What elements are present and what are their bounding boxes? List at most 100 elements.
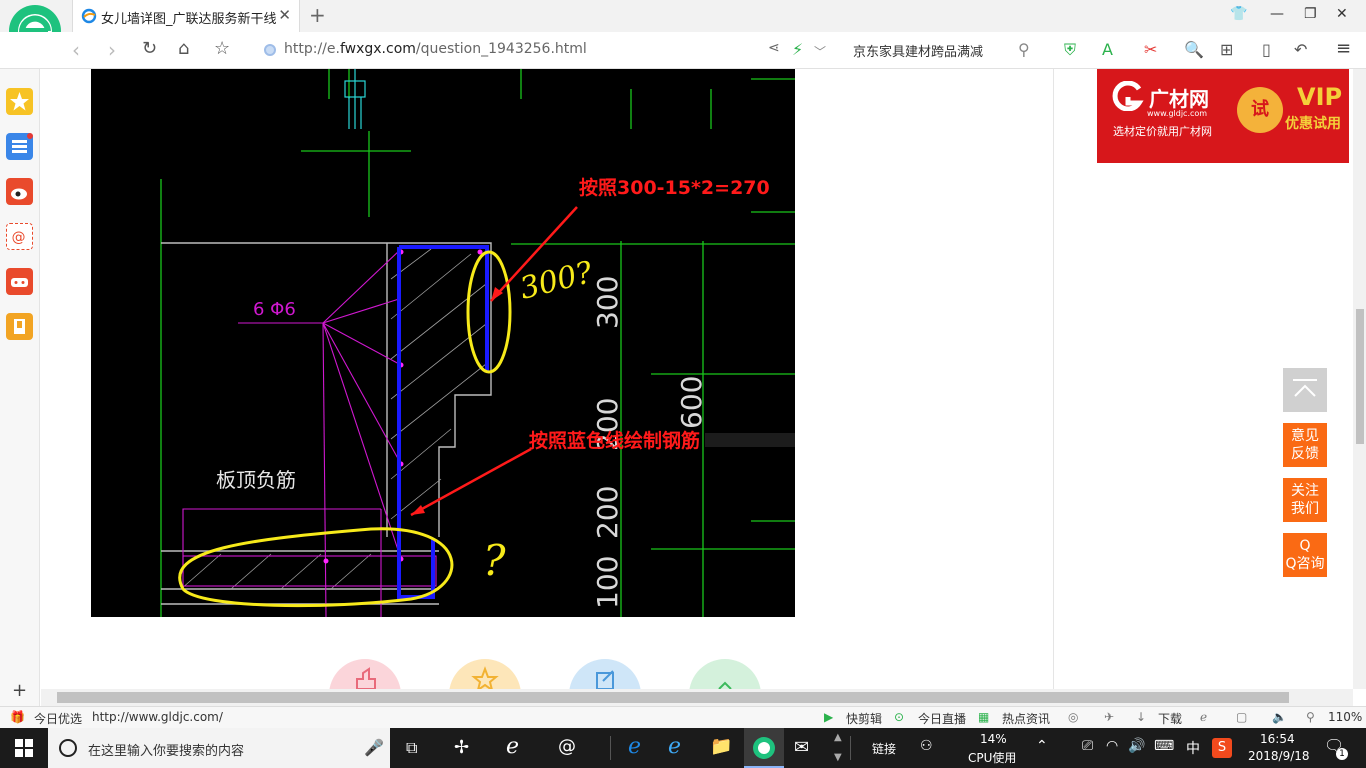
qq-consult-button[interactable]: Q Q咨询 <box>1283 533 1327 577</box>
shield-icon[interactable]: ⛨ <box>1064 40 1076 60</box>
caret-up-icon <box>718 681 732 689</box>
scroll-up-button[interactable] <box>689 659 761 689</box>
windows-start-icon[interactable] <box>12 736 36 760</box>
back-to-top-button[interactable] <box>1283 368 1327 412</box>
quick-clip-icon[interactable]: ▶ <box>824 710 833 724</box>
site-info-icon[interactable] <box>264 44 276 56</box>
taskbar-scroll-down-icon[interactable]: ▼ <box>834 752 842 763</box>
wifi-icon[interactable]: ◠ <box>1106 738 1118 754</box>
ime-indicator[interactable]: 中 <box>1186 738 1200 758</box>
chevron-down-icon[interactable]: ﹀ <box>814 43 826 60</box>
refresh-icon[interactable]: ↻ <box>142 38 157 59</box>
accelerate-icon[interactable]: ◎ <box>1068 710 1078 724</box>
taskbar-separator-2 <box>850 736 851 760</box>
favorites-icon[interactable] <box>6 88 33 115</box>
skin-icon[interactable]: 👕 <box>1230 6 1247 22</box>
news-link[interactable]: 热点资讯 <box>1002 710 1050 727</box>
ie-mode-icon[interactable]: ℯ <box>1200 710 1207 724</box>
app-spiral-icon[interactable]: @ <box>558 736 576 757</box>
restore-icon[interactable]: ❐ <box>1304 6 1317 22</box>
ad-banner[interactable]: 广材网 www.gldjc.com 选材定价就用广材网 试 VIP 优惠试用 <box>1097 69 1349 163</box>
active-browser-taskbar-item[interactable] <box>744 728 784 768</box>
translate-icon[interactable]: A <box>1102 40 1113 59</box>
apps-grid-icon[interactable]: ⊞ <box>1220 40 1233 59</box>
zoom-icon[interactable]: ⚲ <box>1306 710 1315 724</box>
browser-tab-active[interactable]: 女儿墙详图_广联达服务新干线 ✕ <box>72 0 300 32</box>
pinwheel-app-icon[interactable]: ✢ <box>454 737 469 758</box>
weibo-icon[interactable] <box>6 178 33 205</box>
menu-icon[interactable]: ≡ <box>1336 38 1351 59</box>
taskbar-search-placeholder: 在这里输入你要搜索的内容 <box>88 744 245 759</box>
tab-close-icon[interactable]: ✕ <box>278 6 291 24</box>
vertical-scrollbar[interactable] <box>1353 69 1366 689</box>
address-bar[interactable]: http://e.fwxgx.com/question_1943256.html <box>284 41 587 57</box>
horizontal-scrollbar[interactable] <box>41 689 1353 706</box>
url-host: fwxgx.com <box>339 41 416 57</box>
show-hidden-icons[interactable]: ⌃ <box>1036 738 1048 754</box>
sogou-ime-icon[interactable]: S <box>1212 738 1232 758</box>
live-icon[interactable]: ⊙ <box>894 710 904 724</box>
volume-icon[interactable]: 🔈 <box>1272 710 1287 724</box>
reading-list-icon[interactable] <box>6 133 33 160</box>
ad-badge: 试 <box>1237 87 1283 133</box>
gift-icon[interactable]: 🎁 <box>10 710 25 724</box>
speed-mode-icon[interactable]: ⚡ <box>792 40 803 59</box>
today-picks-link[interactable]: 今日优选 <box>34 710 82 727</box>
quick-clip-link[interactable]: 快剪辑 <box>846 710 882 727</box>
people-icon[interactable]: ⚇ <box>920 738 933 754</box>
keyboard-icon[interactable]: ⌨ <box>1154 738 1174 754</box>
edge-browser-icon[interactable]: ℯ <box>628 734 641 759</box>
follow-us-button[interactable]: 关注 我们 <box>1283 478 1327 522</box>
game-icon[interactable] <box>6 268 33 295</box>
clock-time[interactable]: 16:54 <box>1260 732 1295 746</box>
horizontal-scroll-thumb[interactable] <box>57 692 1289 703</box>
undo-icon[interactable]: ↶ <box>1294 40 1307 59</box>
magnifier-icon[interactable]: 🔍 <box>1184 40 1204 59</box>
sidebar-add-icon[interactable]: + <box>12 680 27 701</box>
vertical-scroll-thumb[interactable] <box>1356 309 1364 444</box>
ad-offer: 优惠试用 <box>1285 116 1341 132</box>
taskbar-search-box[interactable]: 在这里输入你要搜索的内容 🎤 <box>48 728 390 768</box>
favorite-button[interactable] <box>449 659 521 689</box>
share-icon[interactable]: ⋖ <box>768 40 780 56</box>
home-icon[interactable]: ⌂ <box>178 38 189 59</box>
browser-status-bar: 🎁 今日优选 http://www.gldjc.com/ ▶ 快剪辑 ⊙ 今日直… <box>0 706 1366 728</box>
like-button[interactable] <box>329 659 401 689</box>
feedback-button[interactable]: 意见 反馈 <box>1283 423 1327 467</box>
search-suggestion[interactable]: 京东家具建材跨品满减 <box>853 41 983 60</box>
speaker-icon[interactable]: 🔊 <box>1128 738 1145 754</box>
novel-book-icon[interactable] <box>6 313 33 340</box>
internet-explorer-icon[interactable]: ℯ <box>668 734 681 759</box>
zoom-level[interactable]: 110% <box>1328 710 1362 724</box>
edge-icon[interactable]: ℯ <box>506 734 519 759</box>
window-close-icon[interactable]: ✕ <box>1336 6 1348 22</box>
links-toolbar[interactable]: 链接 <box>872 740 896 757</box>
share-button[interactable] <box>569 659 641 689</box>
download-icon[interactable]: ↓ <box>1136 710 1146 724</box>
live-link[interactable]: 今日直播 <box>918 710 966 727</box>
scissors-icon[interactable]: ✂ <box>1144 40 1157 59</box>
dim-100: 100 <box>591 556 624 609</box>
taskbar-scroll-up-icon[interactable]: ▲ <box>834 732 842 743</box>
mobile-icon[interactable]: ▯ <box>1262 40 1271 59</box>
pin-icon[interactable]: ✈ <box>1104 710 1114 724</box>
tab-title: 女儿墙详图_广联达服务新干线 <box>101 12 277 27</box>
back-icon[interactable]: ‹ <box>72 38 80 62</box>
forward-icon[interactable]: › <box>108 38 116 62</box>
email-icon[interactable]: @ <box>6 223 33 250</box>
mail-icon[interactable]: ✉ <box>794 737 809 758</box>
task-view-icon[interactable]: ⧉ <box>406 738 417 758</box>
file-explorer-icon[interactable]: 📁 <box>710 736 732 757</box>
download-link[interactable]: 下载 <box>1158 710 1182 727</box>
minimize-icon[interactable]: — <box>1270 6 1284 22</box>
new-tab-icon[interactable]: + <box>309 3 326 27</box>
svg-text:@: @ <box>12 230 26 246</box>
handwritten-question: ? <box>483 536 506 585</box>
news-icon[interactable]: ▦ <box>978 710 989 724</box>
bookmark-star-icon[interactable]: ☆ <box>214 38 230 59</box>
microphone-icon[interactable]: 🎤 <box>364 738 384 757</box>
clock-date[interactable]: 2018/9/18 <box>1248 749 1310 763</box>
window-mode-icon[interactable]: ▢ <box>1236 710 1247 724</box>
search-icon[interactable]: ⚲ <box>1018 40 1030 59</box>
network-icon[interactable]: ⎚ <box>1082 738 1093 754</box>
